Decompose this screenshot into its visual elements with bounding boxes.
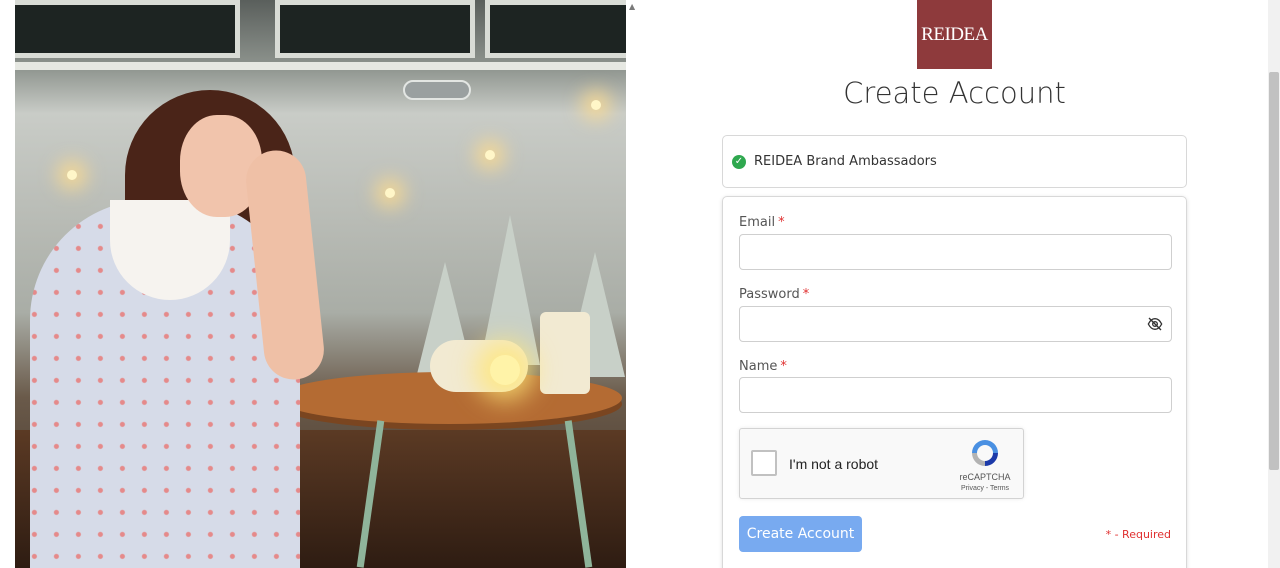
page-root: ▲ REIDEA Create Account ✓ REIDEA Brand A… [0, 0, 1280, 568]
van-trim [15, 62, 626, 70]
password-label: Password * [739, 287, 809, 302]
recaptcha-checkbox[interactable] [751, 450, 777, 476]
vertical-scrollbar[interactable] [1268, 0, 1280, 568]
string-light [591, 100, 601, 110]
brand-logo[interactable]: REIDEA [917, 0, 992, 69]
required-note: * - Required [1105, 528, 1171, 541]
string-light [485, 150, 495, 160]
required-mark: * [778, 215, 785, 230]
email-label: Email * [739, 215, 785, 230]
password-label-text: Password [739, 287, 800, 302]
name-label-text: Name [739, 359, 778, 374]
van-window [15, 0, 240, 58]
program-name: REIDEA Brand Ambassadors [754, 154, 937, 169]
email-field[interactable] [739, 234, 1172, 270]
van-window [485, 0, 626, 58]
eye-off-icon[interactable] [1147, 316, 1163, 332]
scroll-up-arrow-icon[interactable]: ▲ [629, 2, 635, 11]
string-light [385, 188, 395, 198]
recaptcha-icon [972, 440, 998, 466]
recaptcha-label: I'm not a robot [789, 456, 879, 472]
password-field-wrapper [739, 306, 1172, 342]
scrollbar-thumb[interactable] [1269, 72, 1279, 470]
van-window [275, 0, 475, 58]
recaptcha-links[interactable]: Privacy - Terms [949, 485, 1021, 492]
name-label: Name * [739, 359, 787, 374]
signup-panel: REIDEA Create Account ✓ REIDEA Brand Amb… [641, 0, 1268, 568]
email-label-text: Email [739, 215, 776, 230]
recaptcha-widget: I'm not a robot reCAPTCHA Privacy - Term… [739, 428, 1024, 499]
signup-form: Email * Password * Name * I'm not a robo… [722, 196, 1187, 568]
required-mark: * [780, 359, 787, 374]
recaptcha-brand: reCAPTCHA [959, 472, 1011, 482]
page-title: Create Account [843, 76, 1066, 110]
check-circle-icon: ✓ [732, 154, 746, 169]
create-account-button[interactable]: Create Account [739, 516, 862, 552]
password-field[interactable] [740, 307, 1140, 341]
string-light [67, 170, 77, 180]
program-option[interactable]: ✓ REIDEA Brand Ambassadors [722, 135, 1187, 188]
hero-photo [15, 0, 626, 568]
name-field[interactable] [739, 377, 1172, 413]
candle [540, 312, 590, 394]
candle-glow [490, 355, 520, 385]
van-door-handle [403, 80, 471, 100]
required-mark: * [802, 287, 810, 302]
